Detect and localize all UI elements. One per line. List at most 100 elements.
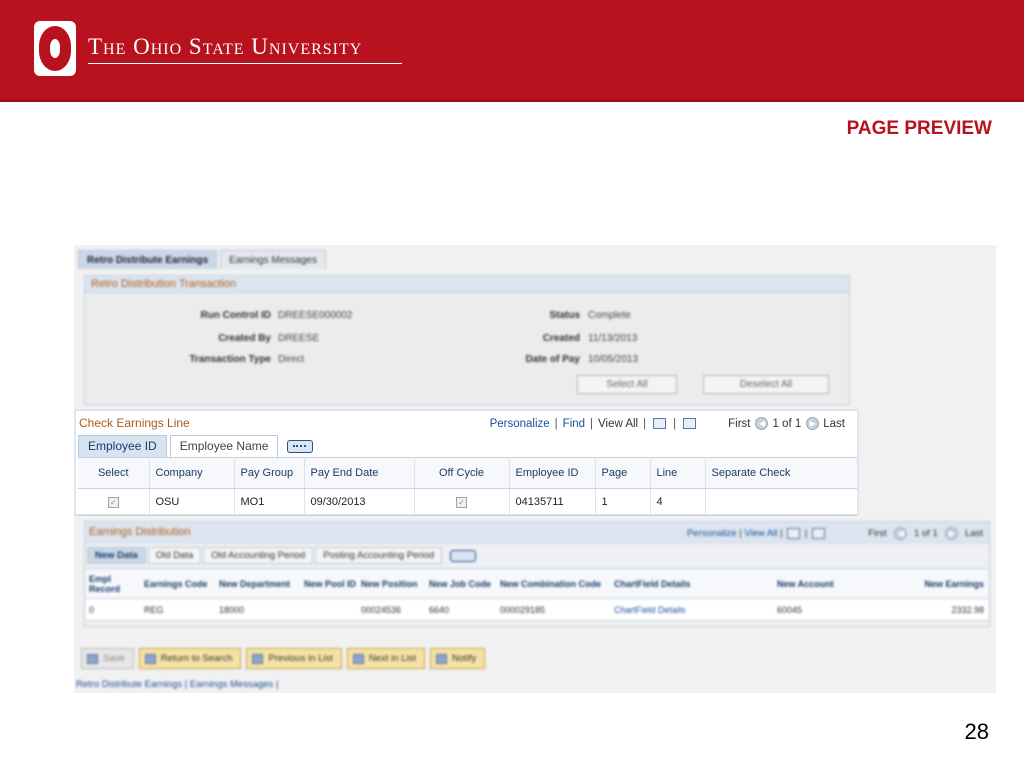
col-pay-group: Pay Group	[234, 457, 305, 489]
tab-employee-name[interactable]: Employee Name	[169, 435, 279, 457]
cell-pay-end-date: 09/30/2013	[304, 488, 415, 516]
col-new-combination-code: New Combination Code	[497, 568, 611, 599]
next-icon	[352, 653, 364, 664]
col-new-position: New Position	[358, 568, 426, 599]
earn-personalize-link[interactable]: Personalize	[687, 528, 737, 539]
col-earnings-code: Earnings Code	[141, 568, 216, 599]
previous-icon	[252, 653, 264, 664]
transaction-type-label: Transaction Type	[189, 354, 271, 365]
page-toolbar: Save Return to Search Previous in List N…	[81, 648, 486, 669]
chartfield-details-link[interactable]: ChartField Details	[611, 598, 774, 621]
col-new-department: New Department	[216, 568, 301, 599]
cell-off-cycle: ✓	[414, 488, 510, 516]
next-in-list-label: Next in List	[368, 653, 416, 664]
next-arrow-icon[interactable]: ▶	[806, 417, 820, 430]
download-icon[interactable]	[811, 527, 825, 539]
footer-links[interactable]: Retro Distribute Earnings | Earnings Mes…	[76, 679, 278, 690]
page-tabs: Retro Distribute Earnings Earnings Messa…	[78, 250, 326, 269]
grid-nav: Personalize | Find | View All | | First …	[489, 417, 845, 430]
tab-new-data[interactable]: New Data	[87, 547, 146, 564]
col-company: Company	[149, 457, 235, 489]
previous-in-list-button[interactable]: Previous in List	[246, 648, 342, 669]
col-new-earnings: New Earnings	[856, 568, 988, 599]
first-label[interactable]: First	[728, 418, 750, 430]
cell-page: 1	[595, 488, 651, 516]
table-row: 0 REG 18000 00024536 6640 000029185 Char…	[86, 598, 988, 621]
cell-line: 4	[650, 488, 706, 516]
zoom-icon[interactable]	[653, 418, 667, 429]
tab-earnings-messages[interactable]: Earnings Messages	[220, 250, 326, 269]
table-row: ✓ OSU MO1 09/30/2013 ✓ 04135711 1 4	[78, 488, 857, 516]
download-icon[interactable]	[683, 418, 697, 429]
university-name: The Ohio State University	[88, 34, 363, 59]
cell-pay-group: MO1	[234, 488, 305, 516]
earn-last-label[interactable]: Last	[965, 528, 983, 539]
earn-first-label[interactable]: First	[868, 528, 886, 539]
col-page: Page	[595, 457, 651, 489]
save-icon	[87, 653, 98, 664]
cell-new-position: 00024536	[358, 598, 426, 621]
prev-arrow-icon[interactable]: ◀	[755, 417, 769, 430]
return-to-search-button[interactable]: Return to Search	[138, 648, 242, 669]
next-arrow-icon[interactable]: ▶	[945, 527, 959, 540]
transaction-type-value: Direct	[278, 354, 305, 365]
range-label: 1 of 1	[772, 417, 802, 430]
save-label: Save	[103, 653, 125, 664]
col-employee-id: Employee ID	[509, 457, 596, 489]
cell-separate-check	[705, 488, 857, 516]
col-off-cycle: Off Cycle	[414, 457, 510, 489]
col-new-job-code: New Job Code	[426, 568, 497, 599]
return-to-search-label: Return to Search	[160, 653, 233, 664]
status-label: Status	[549, 310, 580, 321]
created-value: 11/13/2013	[588, 333, 638, 344]
check-earnings-grid: Select Company Pay Group Pay End Date Of…	[78, 457, 857, 516]
deselect-all-button[interactable]: Deselect All	[703, 375, 829, 394]
earn-view-all-link[interactable]: View All	[744, 528, 777, 539]
zoom-icon[interactable]	[787, 527, 801, 539]
cell-new-department: 18000	[216, 598, 301, 621]
date-of-pay-label: Date of Pay	[525, 354, 580, 365]
cell-company: OSU	[149, 488, 235, 516]
transaction-group: Retro Distribution Transaction Run Contr…	[84, 275, 850, 405]
personalize-link[interactable]: Personalize	[490, 418, 550, 430]
col-new-account: New Account	[774, 568, 856, 599]
earnings-distribution-title: Earnings Distribution	[89, 526, 191, 538]
tab-posting-accounting-period[interactable]: Posting Accounting Period	[315, 547, 443, 564]
col-select: Select	[78, 457, 150, 489]
col-new-pool-id: New Pool ID	[301, 568, 358, 599]
col-empl-record: Empl Record	[86, 568, 141, 599]
tab-retro-distribute-earnings[interactable]: Retro Distribute Earnings	[78, 250, 218, 269]
university-banner: The Ohio State University	[0, 0, 1024, 102]
view-all-link[interactable]: View All	[598, 418, 638, 430]
earnings-grid: Empl Record Earnings Code New Department…	[86, 568, 988, 621]
show-all-columns-icon[interactable]	[450, 550, 477, 562]
notify-icon	[435, 653, 447, 664]
check-earnings-line-title: Check Earnings Line	[79, 416, 190, 430]
earnings-grid-nav: Personalize | View All | | First ◀ 1 of …	[686, 527, 983, 540]
tab-old-data[interactable]: Old Data	[147, 547, 202, 564]
save-button[interactable]: Save	[81, 648, 134, 669]
select-checkbox[interactable]: ✓	[107, 497, 119, 508]
show-all-columns-icon[interactable]	[287, 440, 314, 453]
last-label[interactable]: Last	[823, 418, 845, 430]
cell-employee-id: 04135711	[509, 488, 596, 516]
tab-old-accounting-period[interactable]: Old Accounting Period	[203, 547, 314, 564]
tab-employee-id[interactable]: Employee ID	[78, 435, 167, 457]
notify-button[interactable]: Notify	[429, 648, 486, 669]
next-in-list-button[interactable]: Next in List	[346, 648, 425, 669]
run-control-label: Run Control ID	[200, 310, 271, 321]
earnings-tabs: New Data Old Data Old Accounting Period …	[87, 547, 477, 564]
earn-range: 1 of 1	[913, 528, 938, 539]
find-link[interactable]: Find	[563, 418, 585, 430]
cell-new-combination-code: 000029185	[497, 598, 611, 621]
col-line: Line	[650, 457, 706, 489]
select-all-button[interactable]: Select All	[577, 375, 677, 394]
created-by-label: Created By	[218, 333, 271, 344]
prev-arrow-icon[interactable]: ◀	[894, 527, 908, 540]
status-value: Complete	[588, 310, 631, 321]
col-chartfield-details: ChartField Details	[611, 568, 774, 599]
check-earnings-line-panel: Check Earnings Line Personalize | Find |…	[74, 409, 859, 516]
cell-new-account: 60045	[774, 598, 856, 621]
created-label: Created	[542, 333, 580, 344]
name-underline	[88, 63, 402, 64]
